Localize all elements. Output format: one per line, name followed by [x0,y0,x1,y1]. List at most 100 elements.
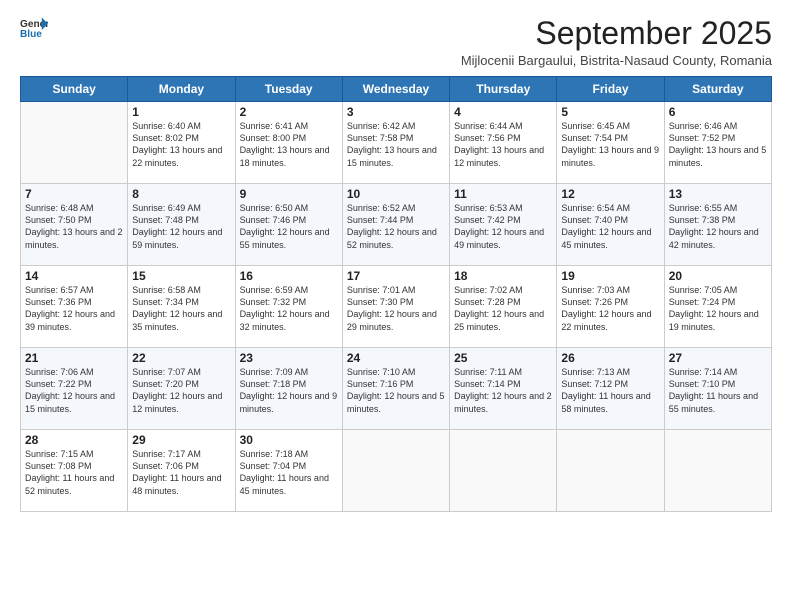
svg-text:Blue: Blue [20,29,42,40]
table-row: 21Sunrise: 7:06 AM Sunset: 7:22 PM Dayli… [21,348,128,430]
day-info: Sunrise: 6:57 AM Sunset: 7:36 PM Dayligh… [25,284,123,333]
col-monday: Monday [128,77,235,102]
day-info: Sunrise: 7:18 AM Sunset: 7:04 PM Dayligh… [240,448,338,497]
title-block: September 2025 Mijlocenii Bargaului, Bis… [461,16,772,68]
day-info: Sunrise: 6:59 AM Sunset: 7:32 PM Dayligh… [240,284,338,333]
table-row [557,430,664,512]
calendar-row: 1Sunrise: 6:40 AM Sunset: 8:02 PM Daylig… [21,102,772,184]
day-info: Sunrise: 7:14 AM Sunset: 7:10 PM Dayligh… [669,366,767,415]
day-number: 4 [454,105,552,119]
day-number: 16 [240,269,338,283]
subtitle: Mijlocenii Bargaului, Bistrita-Nasaud Co… [461,53,772,68]
table-row: 11Sunrise: 6:53 AM Sunset: 7:42 PM Dayli… [450,184,557,266]
day-info: Sunrise: 7:05 AM Sunset: 7:24 PM Dayligh… [669,284,767,333]
col-wednesday: Wednesday [342,77,449,102]
table-row: 23Sunrise: 7:09 AM Sunset: 7:18 PM Dayli… [235,348,342,430]
table-row: 20Sunrise: 7:05 AM Sunset: 7:24 PM Dayli… [664,266,771,348]
day-info: Sunrise: 7:01 AM Sunset: 7:30 PM Dayligh… [347,284,445,333]
day-number: 20 [669,269,767,283]
logo-icon: General Blue [20,16,48,44]
day-info: Sunrise: 7:13 AM Sunset: 7:12 PM Dayligh… [561,366,659,415]
table-row: 3Sunrise: 6:42 AM Sunset: 7:58 PM Daylig… [342,102,449,184]
table-row: 27Sunrise: 7:14 AM Sunset: 7:10 PM Dayli… [664,348,771,430]
day-info: Sunrise: 7:03 AM Sunset: 7:26 PM Dayligh… [561,284,659,333]
day-info: Sunrise: 6:54 AM Sunset: 7:40 PM Dayligh… [561,202,659,251]
day-info: Sunrise: 7:10 AM Sunset: 7:16 PM Dayligh… [347,366,445,415]
day-number: 3 [347,105,445,119]
day-number: 27 [669,351,767,365]
day-number: 22 [132,351,230,365]
day-number: 11 [454,187,552,201]
table-row: 1Sunrise: 6:40 AM Sunset: 8:02 PM Daylig… [128,102,235,184]
day-number: 21 [25,351,123,365]
day-info: Sunrise: 6:50 AM Sunset: 7:46 PM Dayligh… [240,202,338,251]
table-row: 25Sunrise: 7:11 AM Sunset: 7:14 PM Dayli… [450,348,557,430]
day-info: Sunrise: 6:49 AM Sunset: 7:48 PM Dayligh… [132,202,230,251]
day-number: 30 [240,433,338,447]
calendar-row: 21Sunrise: 7:06 AM Sunset: 7:22 PM Dayli… [21,348,772,430]
day-number: 26 [561,351,659,365]
day-info: Sunrise: 7:07 AM Sunset: 7:20 PM Dayligh… [132,366,230,415]
table-row: 16Sunrise: 6:59 AM Sunset: 7:32 PM Dayli… [235,266,342,348]
col-sunday: Sunday [21,77,128,102]
day-number: 18 [454,269,552,283]
table-row: 8Sunrise: 6:49 AM Sunset: 7:48 PM Daylig… [128,184,235,266]
day-info: Sunrise: 6:45 AM Sunset: 7:54 PM Dayligh… [561,120,659,169]
logo: General Blue [20,16,48,44]
table-row: 13Sunrise: 6:55 AM Sunset: 7:38 PM Dayli… [664,184,771,266]
table-row: 9Sunrise: 6:50 AM Sunset: 7:46 PM Daylig… [235,184,342,266]
table-row: 15Sunrise: 6:58 AM Sunset: 7:34 PM Dayli… [128,266,235,348]
table-row: 22Sunrise: 7:07 AM Sunset: 7:20 PM Dayli… [128,348,235,430]
day-number: 7 [25,187,123,201]
day-number: 12 [561,187,659,201]
day-number: 10 [347,187,445,201]
day-info: Sunrise: 7:15 AM Sunset: 7:08 PM Dayligh… [25,448,123,497]
table-row: 29Sunrise: 7:17 AM Sunset: 7:06 PM Dayli… [128,430,235,512]
page: General Blue September 2025 Mijlocenii B… [0,0,792,612]
table-row [664,430,771,512]
table-row: 19Sunrise: 7:03 AM Sunset: 7:26 PM Dayli… [557,266,664,348]
day-info: Sunrise: 6:53 AM Sunset: 7:42 PM Dayligh… [454,202,552,251]
day-number: 6 [669,105,767,119]
day-info: Sunrise: 6:55 AM Sunset: 7:38 PM Dayligh… [669,202,767,251]
day-info: Sunrise: 7:17 AM Sunset: 7:06 PM Dayligh… [132,448,230,497]
table-row: 24Sunrise: 7:10 AM Sunset: 7:16 PM Dayli… [342,348,449,430]
col-saturday: Saturday [664,77,771,102]
table-row: 14Sunrise: 6:57 AM Sunset: 7:36 PM Dayli… [21,266,128,348]
day-number: 8 [132,187,230,201]
header: General Blue September 2025 Mijlocenii B… [20,16,772,68]
table-row: 28Sunrise: 7:15 AM Sunset: 7:08 PM Dayli… [21,430,128,512]
day-number: 23 [240,351,338,365]
calendar-row: 14Sunrise: 6:57 AM Sunset: 7:36 PM Dayli… [21,266,772,348]
calendar-row: 7Sunrise: 6:48 AM Sunset: 7:50 PM Daylig… [21,184,772,266]
table-row: 17Sunrise: 7:01 AM Sunset: 7:30 PM Dayli… [342,266,449,348]
table-row: 10Sunrise: 6:52 AM Sunset: 7:44 PM Dayli… [342,184,449,266]
col-friday: Friday [557,77,664,102]
day-number: 28 [25,433,123,447]
table-row: 5Sunrise: 6:45 AM Sunset: 7:54 PM Daylig… [557,102,664,184]
day-number: 13 [669,187,767,201]
calendar-header-row: Sunday Monday Tuesday Wednesday Thursday… [21,77,772,102]
table-row: 18Sunrise: 7:02 AM Sunset: 7:28 PM Dayli… [450,266,557,348]
table-row [450,430,557,512]
day-number: 25 [454,351,552,365]
table-row: 30Sunrise: 7:18 AM Sunset: 7:04 PM Dayli… [235,430,342,512]
day-number: 1 [132,105,230,119]
col-thursday: Thursday [450,77,557,102]
table-row: 4Sunrise: 6:44 AM Sunset: 7:56 PM Daylig… [450,102,557,184]
day-info: Sunrise: 7:09 AM Sunset: 7:18 PM Dayligh… [240,366,338,415]
day-number: 29 [132,433,230,447]
col-tuesday: Tuesday [235,77,342,102]
table-row: 26Sunrise: 7:13 AM Sunset: 7:12 PM Dayli… [557,348,664,430]
calendar-row: 28Sunrise: 7:15 AM Sunset: 7:08 PM Dayli… [21,430,772,512]
day-number: 2 [240,105,338,119]
day-number: 24 [347,351,445,365]
day-info: Sunrise: 7:02 AM Sunset: 7:28 PM Dayligh… [454,284,552,333]
table-row: 2Sunrise: 6:41 AM Sunset: 8:00 PM Daylig… [235,102,342,184]
day-number: 9 [240,187,338,201]
day-number: 15 [132,269,230,283]
day-number: 19 [561,269,659,283]
table-row: 12Sunrise: 6:54 AM Sunset: 7:40 PM Dayli… [557,184,664,266]
day-number: 14 [25,269,123,283]
day-info: Sunrise: 6:40 AM Sunset: 8:02 PM Dayligh… [132,120,230,169]
